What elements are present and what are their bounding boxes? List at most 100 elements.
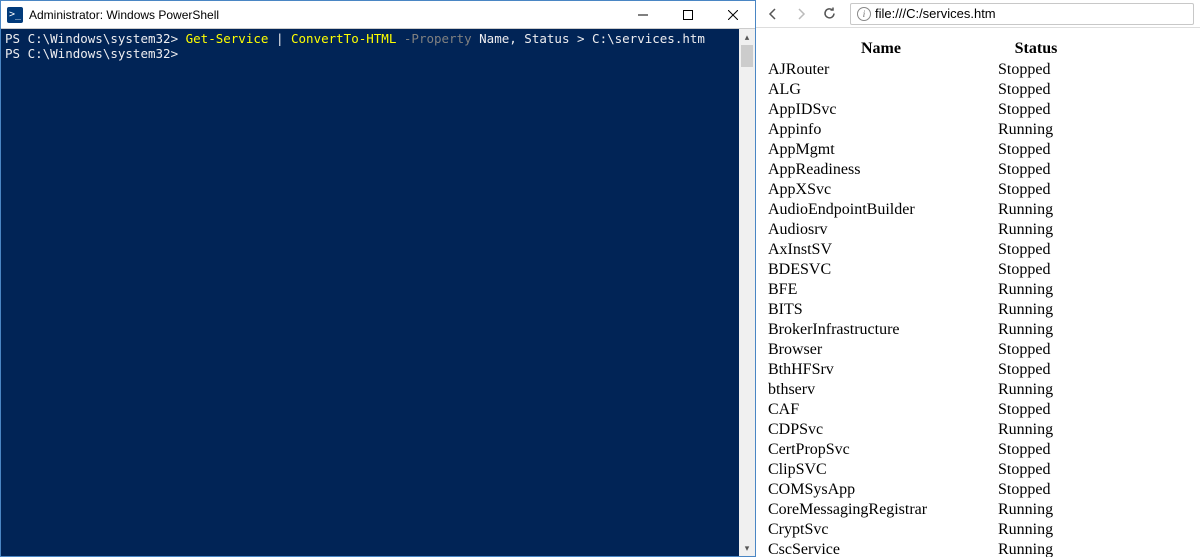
service-name-cell: BFE <box>766 280 996 300</box>
service-status-cell: Stopped <box>996 340 1076 360</box>
table-row: AppXSvcStopped <box>766 180 1076 200</box>
service-name-cell: bthserv <box>766 380 996 400</box>
table-row: CscServiceRunning <box>766 540 1076 557</box>
table-row: BthHFSrvStopped <box>766 360 1076 380</box>
table-row: BITSRunning <box>766 300 1076 320</box>
powershell-scrollbar[interactable]: ▴ ▾ <box>739 29 755 556</box>
ps-property-flag: -Property <box>404 31 479 46</box>
service-name-cell: Audiosrv <box>766 220 996 240</box>
service-status-cell: Running <box>996 200 1076 220</box>
service-name-cell: Appinfo <box>766 120 996 140</box>
service-name-cell: CoreMessagingRegistrar <box>766 500 996 520</box>
table-row: BrowserStopped <box>766 340 1076 360</box>
minimize-button[interactable] <box>620 1 665 28</box>
service-name-cell: AxInstSV <box>766 240 996 260</box>
service-status-cell: Stopped <box>996 260 1076 280</box>
powershell-title: Administrator: Windows PowerShell <box>29 8 620 22</box>
table-row: bthservRunning <box>766 380 1076 400</box>
service-name-cell: CryptSvc <box>766 520 996 540</box>
table-header-row: Name Status <box>766 38 1076 60</box>
service-status-cell: Stopped <box>996 140 1076 160</box>
table-row: ALGStopped <box>766 80 1076 100</box>
scroll-down-button[interactable]: ▾ <box>739 540 755 556</box>
powershell-content: PS C:\Windows\system32> Get-Service | Co… <box>1 29 755 556</box>
table-row: AppMgmtStopped <box>766 140 1076 160</box>
service-name-cell: ALG <box>766 80 996 100</box>
service-status-cell: Stopped <box>996 160 1076 180</box>
service-name-cell: BDESVC <box>766 260 996 280</box>
service-status-cell: Stopped <box>996 360 1076 380</box>
service-name-cell: AppXSvc <box>766 180 996 200</box>
service-name-cell: COMSysApp <box>766 480 996 500</box>
browser-window: i file:///C:/services.htm Name Status AJ… <box>756 0 1200 557</box>
forward-button[interactable] <box>790 3 812 25</box>
scroll-track[interactable] <box>739 45 755 540</box>
powershell-terminal[interactable]: PS C:\Windows\system32> Get-Service | Co… <box>1 29 739 556</box>
service-name-cell: AppReadiness <box>766 160 996 180</box>
service-status-cell: Stopped <box>996 480 1076 500</box>
browser-content[interactable]: Name Status AJRouterStoppedALGStoppedApp… <box>756 28 1200 557</box>
header-name: Name <box>766 38 996 60</box>
service-status-cell: Running <box>996 500 1076 520</box>
service-status-cell: Running <box>996 420 1076 440</box>
table-row: CertPropSvcStopped <box>766 440 1076 460</box>
service-status-cell: Running <box>996 540 1076 557</box>
service-status-cell: Stopped <box>996 460 1076 480</box>
service-status-cell: Stopped <box>996 240 1076 260</box>
service-status-cell: Stopped <box>996 400 1076 420</box>
table-row: BDESVCStopped <box>766 260 1076 280</box>
service-status-cell: Stopped <box>996 180 1076 200</box>
table-row: AJRouterStopped <box>766 60 1076 80</box>
close-button[interactable] <box>710 1 755 28</box>
service-name-cell: CertPropSvc <box>766 440 996 460</box>
table-row: AppinfoRunning <box>766 120 1076 140</box>
address-bar[interactable]: i file:///C:/services.htm <box>850 3 1194 25</box>
service-status-cell: Stopped <box>996 440 1076 460</box>
table-row: AudiosrvRunning <box>766 220 1076 240</box>
browser-toolbar: i file:///C:/services.htm <box>756 0 1200 28</box>
powershell-titlebar[interactable]: >_ Administrator: Windows PowerShell <box>1 1 755 29</box>
header-status: Status <box>996 38 1076 60</box>
service-status-cell: Stopped <box>996 100 1076 120</box>
service-name-cell: AppIDSvc <box>766 100 996 120</box>
table-row: BFERunning <box>766 280 1076 300</box>
ps-prompt: PS C:\Windows\system32> <box>5 31 186 46</box>
ps-args: Name, Status > C:\services.htm <box>479 31 705 46</box>
reload-button[interactable] <box>818 3 840 25</box>
service-name-cell: BthHFSrv <box>766 360 996 380</box>
service-name-cell: AppMgmt <box>766 140 996 160</box>
service-status-cell: Running <box>996 120 1076 140</box>
service-status-cell: Running <box>996 280 1076 300</box>
powershell-icon: >_ <box>7 7 23 23</box>
service-name-cell: BITS <box>766 300 996 320</box>
table-row: AudioEndpointBuilderRunning <box>766 200 1076 220</box>
service-status-cell: Running <box>996 220 1076 240</box>
service-name-cell: Browser <box>766 340 996 360</box>
scroll-up-button[interactable]: ▴ <box>739 29 755 45</box>
services-table: Name Status AJRouterStoppedALGStoppedApp… <box>766 38 1076 557</box>
ps-cmd-convert: ConvertTo-HTML <box>291 31 404 46</box>
table-row: CAFStopped <box>766 400 1076 420</box>
service-status-cell: Running <box>996 300 1076 320</box>
service-status-cell: Stopped <box>996 60 1076 80</box>
scroll-thumb[interactable] <box>741 45 753 67</box>
table-row: COMSysAppStopped <box>766 480 1076 500</box>
service-name-cell: CAF <box>766 400 996 420</box>
table-row: BrokerInfrastructureRunning <box>766 320 1076 340</box>
service-status-cell: Running <box>996 380 1076 400</box>
site-info-icon[interactable]: i <box>857 7 871 21</box>
table-row: CoreMessagingRegistrarRunning <box>766 500 1076 520</box>
window-buttons <box>620 1 755 28</box>
table-row: AxInstSVStopped <box>766 240 1076 260</box>
back-button[interactable] <box>762 3 784 25</box>
table-row: CryptSvcRunning <box>766 520 1076 540</box>
service-name-cell: AudioEndpointBuilder <box>766 200 996 220</box>
address-text: file:///C:/services.htm <box>875 6 1187 21</box>
table-row: CDPSvcRunning <box>766 420 1076 440</box>
service-name-cell: ClipSVC <box>766 460 996 480</box>
table-row: AppIDSvcStopped <box>766 100 1076 120</box>
maximize-button[interactable] <box>665 1 710 28</box>
service-name-cell: AJRouter <box>766 60 996 80</box>
service-status-cell: Running <box>996 320 1076 340</box>
table-row: AppReadinessStopped <box>766 160 1076 180</box>
